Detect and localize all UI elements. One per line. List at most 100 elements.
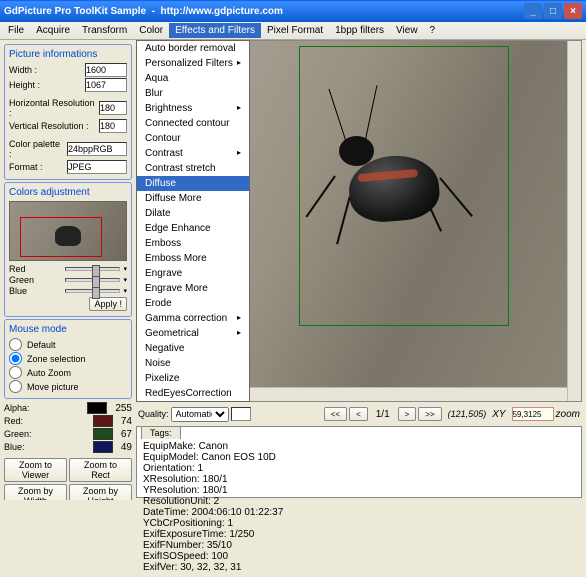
filter-brightness[interactable]: Brightness▸ bbox=[137, 101, 249, 116]
menu-?[interactable]: ? bbox=[424, 23, 442, 38]
zoom-to-viewer-button[interactable]: Zoom to Viewer bbox=[4, 458, 67, 482]
filter-edge-enhance[interactable]: Edge Enhance bbox=[137, 221, 249, 236]
menu-pixel-format[interactable]: Pixel Format bbox=[261, 23, 329, 38]
filter-geometrical[interactable]: Geometrical▸ bbox=[137, 326, 249, 341]
close-button[interactable]: × bbox=[564, 3, 582, 19]
quality-extra[interactable] bbox=[231, 407, 251, 421]
title-bar: GdPicture Pro ToolKit Sample - http://ww… bbox=[0, 0, 586, 22]
mouse-default-radio[interactable] bbox=[9, 338, 22, 351]
filter-negative[interactable]: Negative bbox=[137, 341, 249, 356]
filter-blur[interactable]: Blur bbox=[137, 86, 249, 101]
width-label: Width : bbox=[9, 65, 83, 75]
nav-next[interactable]: > bbox=[398, 407, 417, 421]
tags-content: EquipMake: CanonEquipModel: Canon EOS 10… bbox=[137, 427, 581, 577]
vres-field[interactable] bbox=[99, 119, 127, 133]
red-swatch bbox=[93, 415, 113, 427]
filter-engrave-more[interactable]: Engrave More bbox=[137, 281, 249, 296]
red-slider-label: Red bbox=[9, 264, 61, 274]
minimize-button[interactable]: _ bbox=[524, 3, 542, 19]
width-field[interactable] bbox=[85, 63, 127, 77]
mouse-auto-zoom-label[interactable]: Auto Zoom bbox=[27, 368, 127, 378]
filter-contour[interactable]: Contour bbox=[137, 131, 249, 146]
apply-button[interactable]: Apply ! bbox=[89, 297, 127, 311]
blue-swatch bbox=[93, 441, 113, 453]
title-sep: - bbox=[146, 6, 160, 17]
tag-line: ExifExposureTime: 1/250 bbox=[143, 529, 575, 540]
filter-pixelize[interactable]: Pixelize bbox=[137, 371, 249, 386]
mouse-zone-selection-label[interactable]: Zone selection bbox=[27, 354, 127, 364]
mouse-auto-zoom-radio[interactable] bbox=[9, 366, 22, 379]
tag-line: EquipModel: Canon EOS 10D bbox=[143, 452, 575, 463]
tag-line: ExifISOSpeed: 100 bbox=[143, 551, 575, 562]
filter-emboss-more[interactable]: Emboss More bbox=[137, 251, 249, 266]
palette-field bbox=[67, 142, 127, 156]
menu-bar: FileAcquireTransformColorEffects and Fil… bbox=[0, 22, 586, 40]
filter-noise[interactable]: Noise bbox=[137, 356, 249, 371]
filter-aqua[interactable]: Aqua bbox=[137, 71, 249, 86]
nav-prev[interactable]: < bbox=[349, 407, 368, 421]
zoom-value[interactable] bbox=[512, 407, 554, 421]
blue-slider[interactable] bbox=[65, 289, 119, 293]
red-slider[interactable] bbox=[65, 267, 119, 271]
filter-diffuse[interactable]: Diffuse bbox=[137, 176, 249, 191]
nav-first[interactable]: << bbox=[324, 407, 347, 421]
mouse-mode-group: Mouse mode DefaultZone selectionAuto Zoo… bbox=[4, 319, 132, 399]
filter-dilate[interactable]: Dilate bbox=[137, 206, 249, 221]
green-slider[interactable] bbox=[65, 278, 119, 282]
menu-effects-and-filters[interactable]: Effects and Filters bbox=[169, 23, 261, 38]
xy-label: XY bbox=[492, 409, 505, 420]
chevron-down-icon[interactable]: ▾ bbox=[124, 265, 128, 273]
menu-acquire[interactable]: Acquire bbox=[30, 23, 76, 38]
nav-last[interactable]: >> bbox=[418, 407, 441, 421]
menu-transform[interactable]: Transform bbox=[76, 23, 133, 38]
tag-line: XResolution: 180/1 bbox=[143, 474, 575, 485]
menu-view[interactable]: View bbox=[390, 23, 424, 38]
mouse-move-picture-radio[interactable] bbox=[9, 380, 22, 393]
filter-connected-contour[interactable]: Connected contour bbox=[137, 116, 249, 131]
cursor-coords: (121,505) bbox=[448, 409, 487, 419]
thumbnail[interactable] bbox=[9, 201, 127, 261]
colors-adjust-title: Colors adjustment bbox=[9, 187, 127, 198]
maximize-button[interactable]: □ bbox=[544, 3, 562, 19]
zoom-label: zoom bbox=[556, 409, 580, 420]
quality-select[interactable]: Automatic bbox=[171, 407, 229, 422]
chevron-down-icon[interactable]: ▾ bbox=[124, 287, 128, 295]
filter-personalized-filters[interactable]: Personalized Filters▸ bbox=[137, 56, 249, 71]
zoom-by-height-button[interactable]: Zoom by Height bbox=[69, 484, 132, 500]
filter-gamma-correction[interactable]: Gamma correction▸ bbox=[137, 311, 249, 326]
mouse-default-label[interactable]: Default bbox=[27, 340, 127, 350]
filter-erode[interactable]: Erode bbox=[137, 296, 249, 311]
tags-tab[interactable]: Tags: bbox=[141, 426, 181, 439]
menu-file[interactable]: File bbox=[2, 23, 30, 38]
mouse-zone-selection-radio[interactable] bbox=[9, 352, 22, 365]
hres-field[interactable] bbox=[99, 101, 127, 115]
zoom-to-rect-button[interactable]: Zoom to Rect bbox=[69, 458, 132, 482]
green-label: Green: bbox=[4, 429, 91, 439]
filter-contrast-stretch[interactable]: Contrast stretch bbox=[137, 161, 249, 176]
image-viewer[interactable] bbox=[208, 40, 582, 402]
green-slider-label: Green bbox=[9, 275, 61, 285]
app-url: http://www.gdpicture.com bbox=[161, 6, 283, 17]
scrollbar-horizontal[interactable] bbox=[209, 387, 567, 401]
mouse-move-picture-label[interactable]: Move picture bbox=[27, 382, 127, 392]
green-value: 67 bbox=[121, 429, 132, 440]
filter-redeyescorrection[interactable]: RedEyesCorrection bbox=[137, 386, 249, 401]
filter-auto-border-removal[interactable]: Auto border removal bbox=[137, 41, 249, 56]
main-area: Auto border removalPersonalized Filters▸… bbox=[136, 40, 586, 500]
vres-label: Vertical Resolution : bbox=[9, 121, 97, 131]
alpha-swatch bbox=[87, 402, 107, 414]
filter-relief[interactable]: Relief bbox=[137, 401, 249, 402]
menu-color[interactable]: Color bbox=[133, 23, 169, 38]
green-swatch bbox=[93, 428, 113, 440]
menu-1bpp-filters[interactable]: 1bpp filters bbox=[329, 23, 390, 38]
filter-contrast[interactable]: Contrast▸ bbox=[137, 146, 249, 161]
filter-emboss[interactable]: Emboss bbox=[137, 236, 249, 251]
zoom-by-width-button[interactable]: Zoom by Width bbox=[4, 484, 67, 500]
height-field[interactable] bbox=[85, 78, 127, 92]
selection-rect[interactable] bbox=[299, 46, 509, 326]
chevron-down-icon[interactable]: ▾ bbox=[124, 276, 128, 284]
scrollbar-vertical[interactable] bbox=[567, 41, 581, 401]
quality-label: Quality: bbox=[138, 409, 169, 419]
filter-engrave[interactable]: Engrave bbox=[137, 266, 249, 281]
filter-diffuse-more[interactable]: Diffuse More bbox=[137, 191, 249, 206]
